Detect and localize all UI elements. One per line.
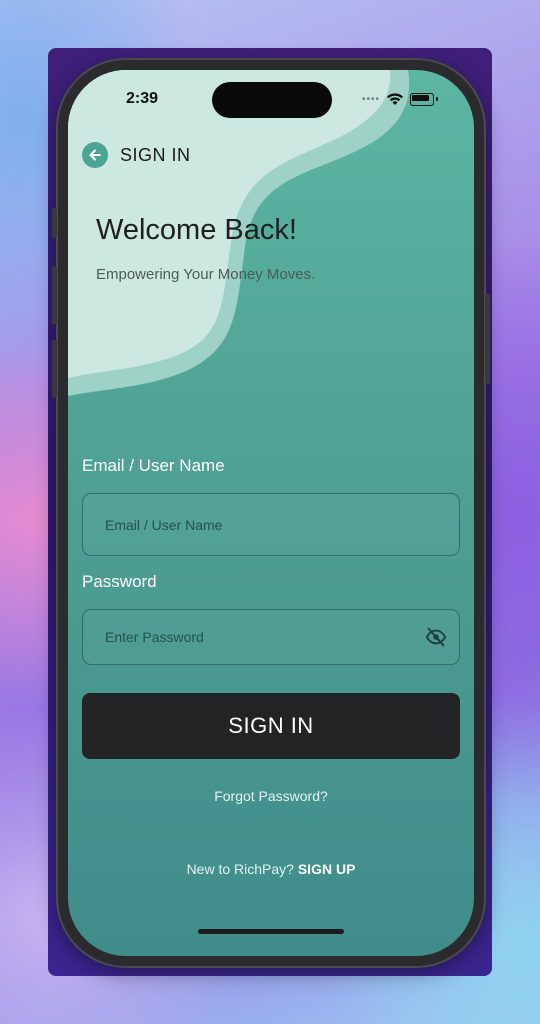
power-button — [485, 294, 490, 384]
home-indicator[interactable] — [198, 929, 344, 934]
status-time: 2:39 — [126, 90, 159, 107]
phone-frame: 2:39 •••• SIGN IN Welcome Back! Empoweri… — [52, 58, 490, 968]
back-button[interactable] — [82, 142, 108, 168]
eye-off-icon[interactable] — [425, 626, 447, 648]
page-title: SIGN IN — [120, 144, 191, 165]
signup-row: New to RichPay? SIGN UP — [68, 861, 474, 877]
battery-tip — [436, 97, 438, 101]
wifi-icon — [387, 93, 403, 105]
signal-icon: •••• — [361, 93, 380, 105]
sign-in-button[interactable]: SIGN IN — [82, 693, 460, 759]
status-icons: •••• — [362, 92, 438, 106]
welcome-heading: Welcome Back! — [96, 214, 297, 246]
arrow-left-icon — [89, 149, 101, 161]
sign-up-link[interactable]: SIGN UP — [298, 861, 356, 877]
email-field-container — [82, 493, 460, 556]
app-screen: 2:39 •••• SIGN IN Welcome Back! Empoweri… — [68, 70, 474, 956]
volume-down-button — [52, 340, 57, 398]
dynamic-island — [212, 82, 332, 118]
tagline: Empowering Your Money Moves. — [96, 266, 316, 283]
password-field-container — [82, 609, 460, 665]
password-label: Password — [82, 572, 157, 591]
battery-icon — [410, 92, 434, 106]
action-button — [52, 208, 57, 238]
email-field[interactable] — [105, 494, 405, 555]
volume-up-button — [52, 266, 57, 324]
password-field[interactable] — [105, 610, 405, 664]
forgot-password-link[interactable]: Forgot Password? — [68, 788, 474, 804]
signup-prompt: New to RichPay? — [186, 861, 294, 877]
app-header: SIGN IN — [82, 142, 191, 168]
email-label: Email / User Name — [82, 456, 225, 475]
